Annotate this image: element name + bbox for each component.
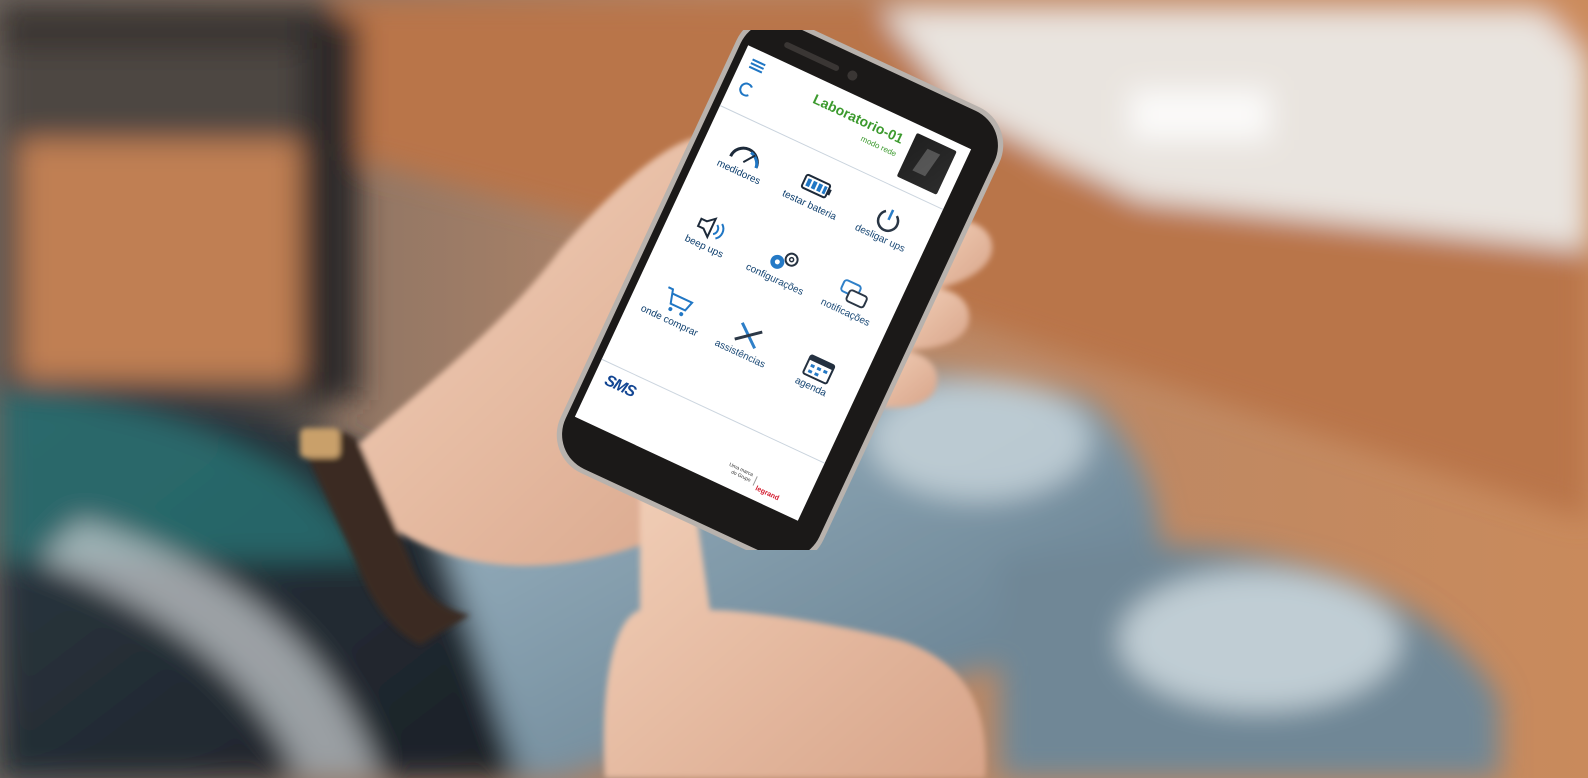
- ups-device-image: [896, 132, 957, 195]
- photo-scene: Laboratorio-01 modo rede medidores testa…: [0, 0, 1588, 778]
- menu-item-agenda[interactable]: agenda: [767, 338, 865, 411]
- hamburger-menu-icon[interactable]: [748, 58, 766, 74]
- legrand-logo-text: legrand: [754, 485, 780, 503]
- menu-item-notificacoes[interactable]: notificações: [802, 263, 900, 336]
- menu-item-desligar-ups[interactable]: desligar ups: [837, 189, 935, 262]
- legrand-logo: legrand: [752, 476, 784, 502]
- footer-tagline: Uma marca do Grupo: [698, 449, 754, 484]
- refresh-icon[interactable]: [736, 80, 756, 99]
- sms-logo: SMS: [601, 372, 638, 401]
